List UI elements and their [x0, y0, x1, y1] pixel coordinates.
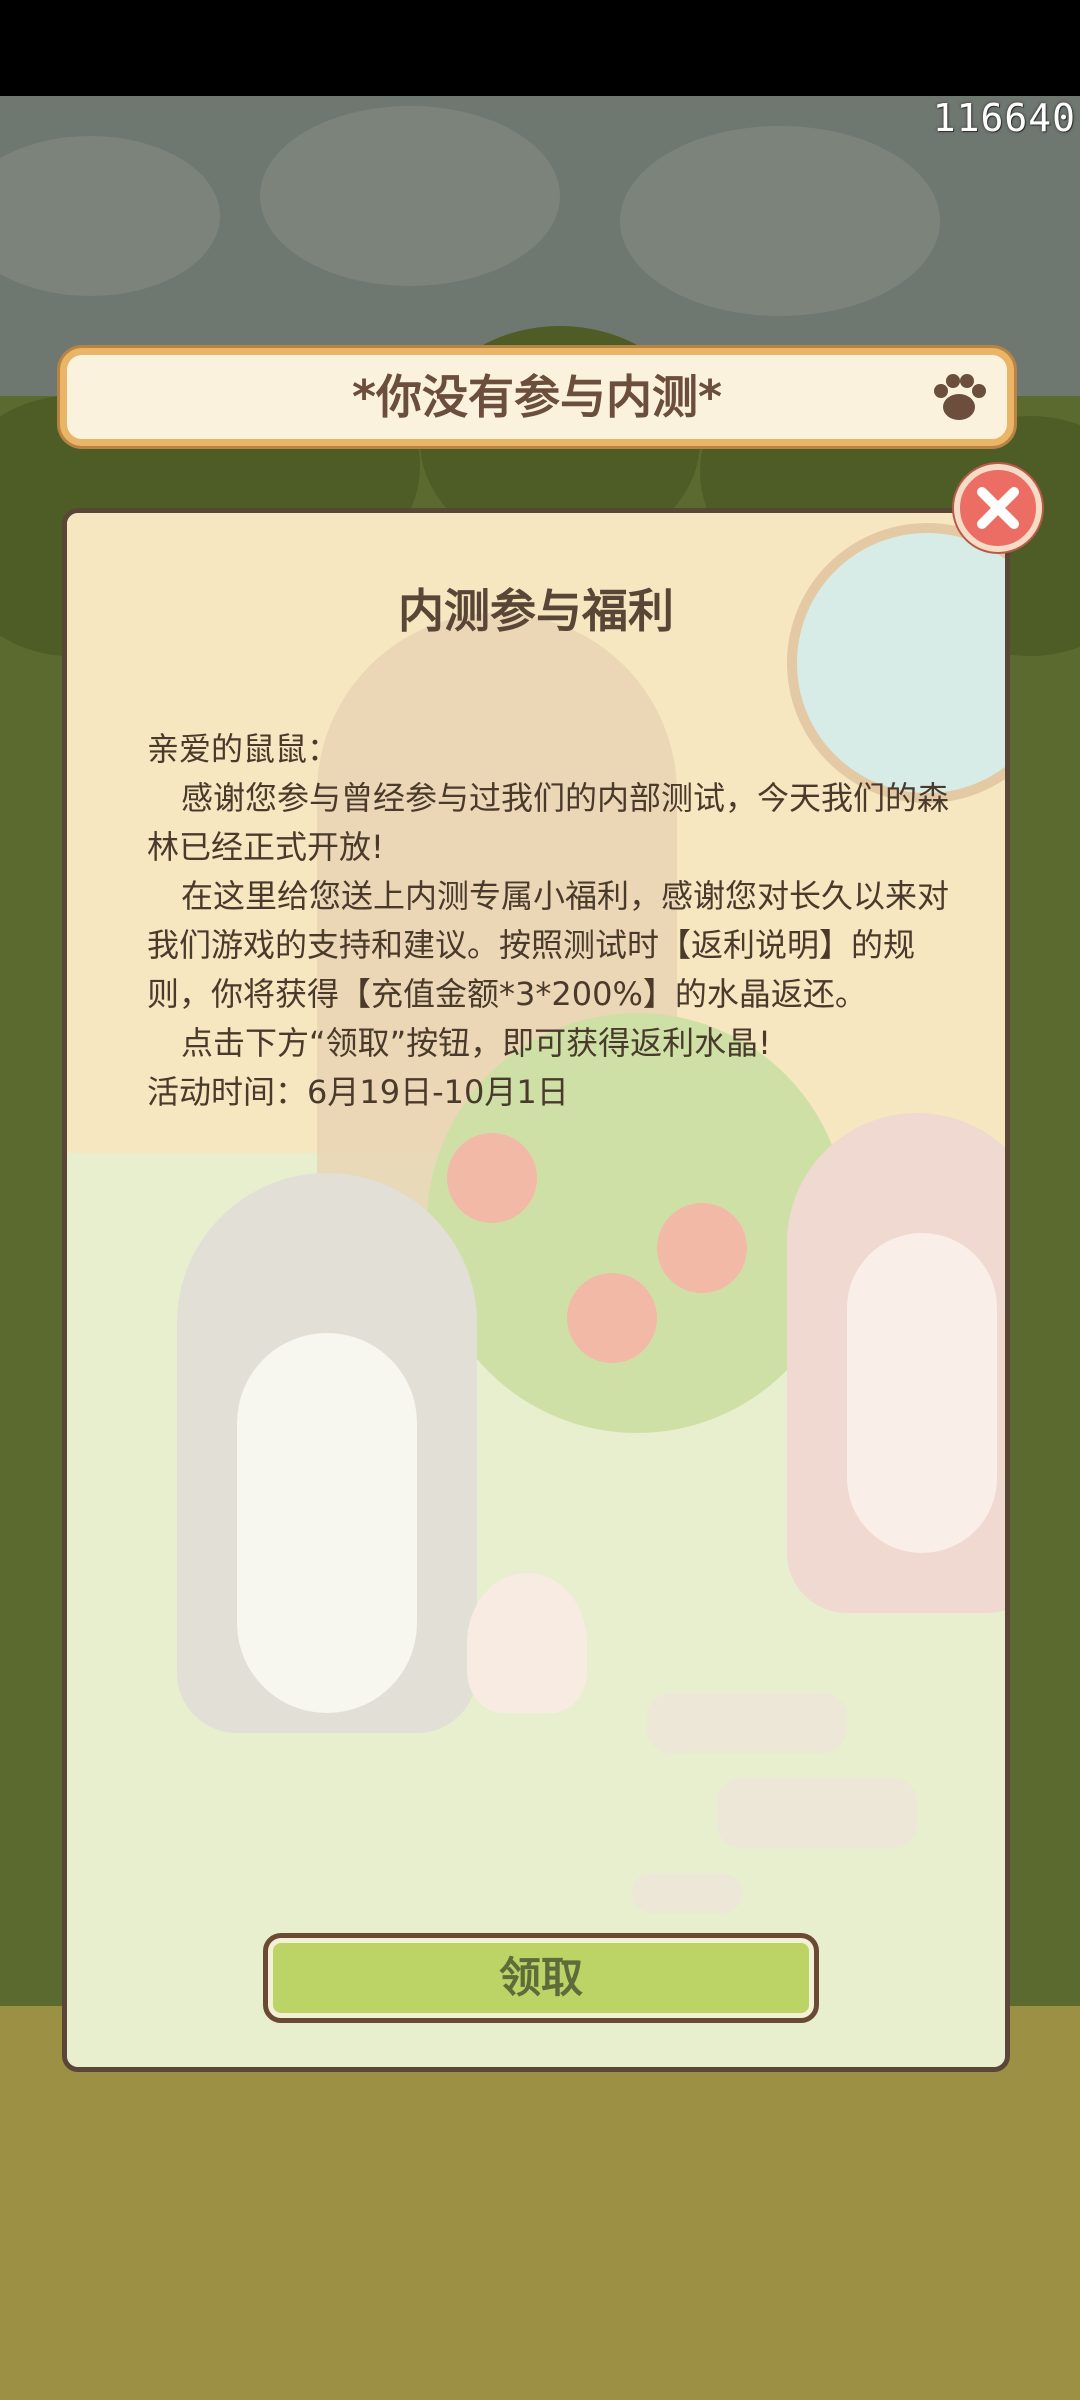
- dialog-message: 亲爱的鼠鼠： 感谢您参与曾经参与过我们的内部测试，今天我们的森林已经正式开放! …: [147, 725, 967, 1117]
- status-bar: [0, 0, 1080, 96]
- stepping-stone: [632, 1873, 742, 1913]
- pink-otter-belly: [847, 1233, 997, 1553]
- banner-title: *你没有参与内测*: [351, 370, 723, 424]
- dialog-heading: 内测参与福利: [398, 584, 674, 638]
- stepping-stone: [647, 1693, 847, 1753]
- close-button[interactable]: [954, 464, 1042, 552]
- close-icon: [977, 487, 1019, 529]
- welfare-dialog: 内测参与福利 亲爱的鼠鼠： 感谢您参与曾经参与过我们的内部测试，今天我们的森林已…: [62, 508, 1010, 2072]
- title-banner: *你没有参与内测*: [60, 348, 1014, 446]
- message-paragraph-1: 感谢您参与曾经参与过我们的内部测试，今天我们的森林已经正式开放!: [147, 779, 950, 866]
- teapot-illustration: [467, 1573, 587, 1713]
- claim-button[interactable]: 领取: [263, 1933, 819, 2023]
- greeting-text: 亲爱的鼠鼠：: [147, 730, 340, 768]
- event-time-text: 活动时间：6月19日-10月1日: [147, 1073, 569, 1111]
- apple-illustration: [447, 1133, 537, 1223]
- grey-otter-belly: [237, 1333, 417, 1713]
- apple-illustration: [567, 1273, 657, 1363]
- paw-icon: [934, 374, 986, 420]
- score-counter: 116640: [932, 96, 1076, 140]
- message-paragraph-3: 点击下方“领取”按钮，即可获得返利水晶!: [181, 1024, 771, 1062]
- stepping-stone: [717, 1778, 917, 1848]
- apple-illustration: [657, 1203, 747, 1293]
- claim-button-label: 领取: [498, 1953, 583, 2002]
- message-paragraph-2: 在这里给您送上内测专属小福利，感谢您对长久以来对我们游戏的支持和建议。按照测试时…: [147, 877, 950, 1013]
